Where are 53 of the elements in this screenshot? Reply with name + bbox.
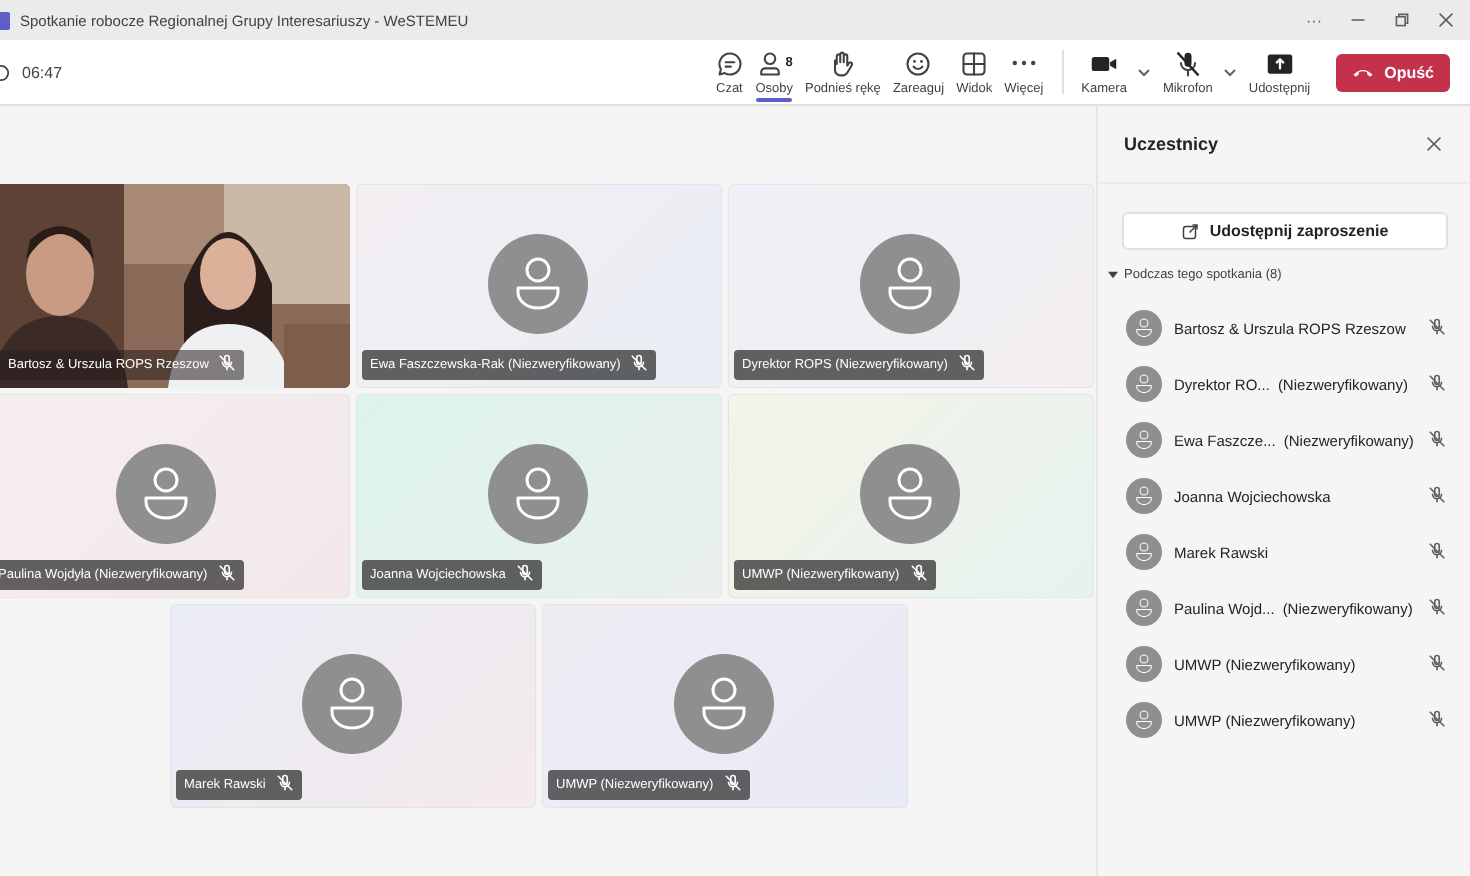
muted-microphone-icon [1428, 486, 1446, 504]
muted-microphone-icon [630, 354, 649, 372]
muted-microphone-icon [723, 774, 742, 792]
muted-microphone-icon [1428, 430, 1446, 448]
app-logo-icon [0, 11, 10, 29]
avatar-icon [860, 444, 960, 544]
avatar-icon [1126, 590, 1162, 626]
grid-icon [960, 49, 989, 77]
caret-icon[interactable] [1136, 64, 1153, 80]
more-options-button[interactable]: ··· [1306, 11, 1322, 29]
caret-icon[interactable] [1222, 64, 1239, 80]
share-screen-icon [1265, 49, 1294, 77]
phone-icon [1352, 66, 1375, 78]
meeting-timer: 06:47 [22, 63, 63, 81]
muted-microphone-icon [1428, 374, 1446, 392]
microphone-icon [1173, 49, 1202, 77]
avatar-icon [1126, 422, 1162, 458]
muted-microphone-icon [957, 354, 976, 372]
avatar-icon [674, 654, 774, 754]
muted-microphone-icon [1428, 654, 1446, 672]
avatar-icon [1126, 702, 1162, 738]
muted-microphone-icon [218, 354, 237, 372]
hand-icon [828, 49, 857, 77]
muted-microphone-icon [515, 564, 534, 582]
muted-microphone-icon [275, 774, 294, 792]
avatar-icon [860, 234, 960, 334]
muted-microphone-icon [1428, 318, 1446, 336]
avatar-icon [1126, 646, 1162, 682]
avatar-icon [116, 444, 216, 544]
caret-icon [1108, 270, 1118, 280]
muted-microphone-icon [217, 564, 236, 582]
smiley-icon [904, 49, 933, 77]
avatar-icon [302, 654, 402, 754]
avatar-icon [1126, 310, 1162, 346]
leave-button[interactable]: Opuść [1336, 53, 1450, 91]
avatar-icon [488, 444, 588, 544]
avatar-icon [488, 234, 588, 334]
share-icon [1181, 222, 1200, 240]
more-icon [1011, 59, 1036, 65]
share-invite-button[interactable]: Udostępnij zaproszenie [1122, 212, 1448, 250]
chat-icon [715, 49, 744, 77]
muted-microphone-icon [909, 564, 928, 582]
avatar-icon [1126, 366, 1162, 402]
muted-microphone-icon [1428, 710, 1446, 728]
panel-title: Uczestnicy [1124, 134, 1219, 154]
close-icon[interactable] [1426, 136, 1442, 152]
restore-icon[interactable] [1394, 12, 1410, 28]
close-icon[interactable] [1438, 12, 1454, 28]
muted-microphone-icon [1428, 542, 1446, 560]
person-icon [755, 49, 784, 77]
avatar-icon [1126, 534, 1162, 570]
muted-microphone-icon [1428, 598, 1446, 616]
avatar-icon [1126, 478, 1162, 514]
